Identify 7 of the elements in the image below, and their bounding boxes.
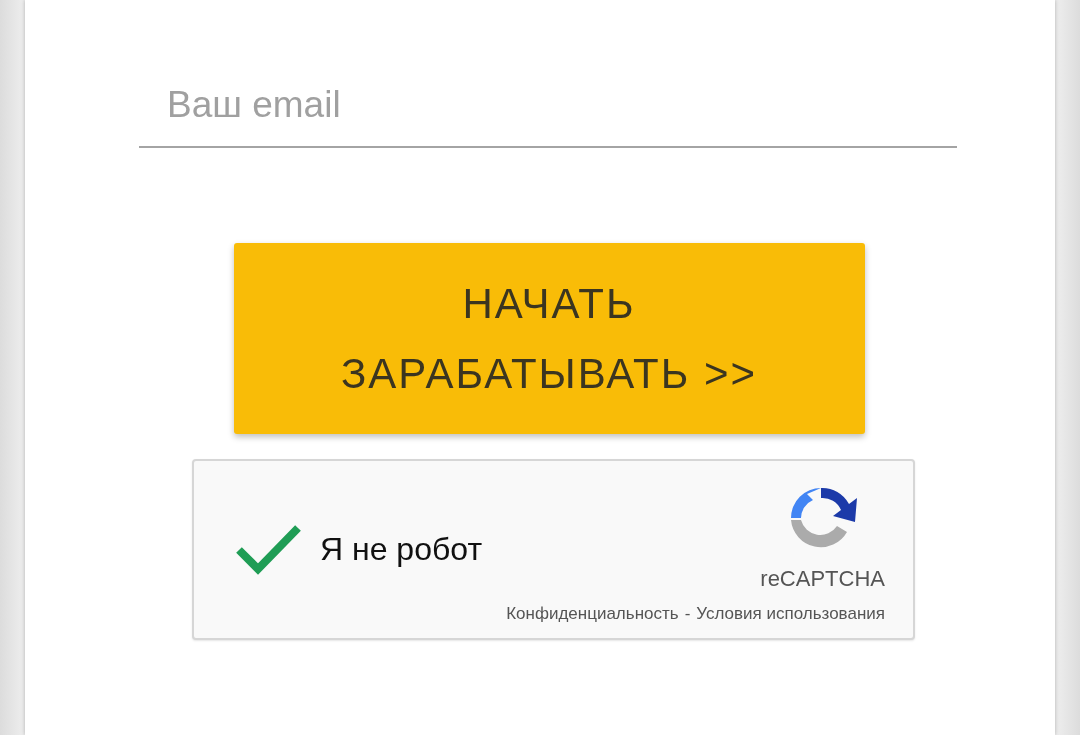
captcha-brand: reCAPTCHA (760, 566, 885, 592)
privacy-link[interactable]: Конфиденциальность (506, 604, 679, 624)
start-earning-button[interactable]: НАЧАТЬ ЗАРАБАТЫВАТЬ >> (233, 243, 865, 434)
email-field[interactable]: Ваш email (139, 70, 957, 148)
terms-link[interactable]: Условия использования (696, 604, 885, 624)
captcha-label: Я не робот (320, 531, 483, 568)
link-separator: - (684, 604, 691, 624)
